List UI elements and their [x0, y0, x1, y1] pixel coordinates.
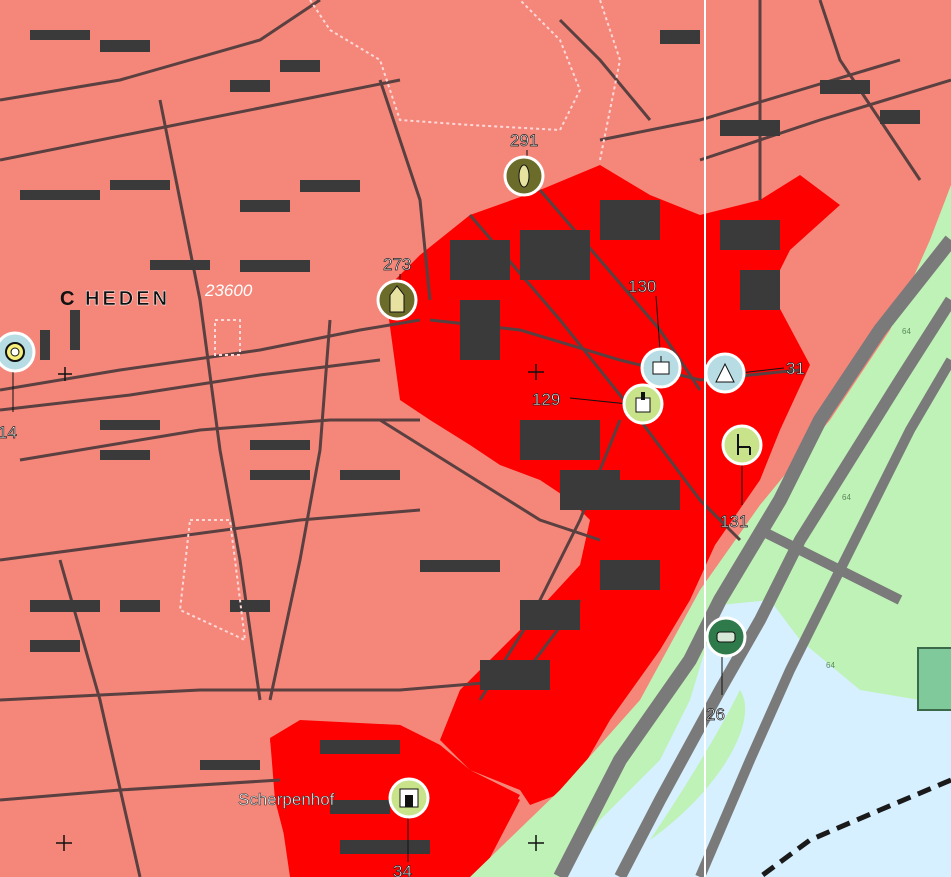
vegetation-code-2: 64 — [826, 661, 835, 670]
marker-291[interactable]: 291 — [503, 131, 545, 197]
marker-label: 26 — [706, 705, 725, 724]
marker-label: 129 — [532, 390, 560, 409]
marker-label: 291 — [510, 131, 538, 150]
bunker-icon — [716, 631, 736, 643]
vegetation-code-3: 64 — [902, 327, 911, 336]
district-label: Scherpenhof — [238, 790, 335, 809]
map-viewport[interactable]: HEDEN C 23600 Scherpenhof 64 64 64 291 2… — [0, 0, 951, 877]
marker-273[interactable]: 273 — [376, 255, 418, 321]
gate-icon — [399, 788, 419, 808]
marker-label: 14 — [0, 423, 17, 442]
place-label-partial-letter: C — [60, 288, 74, 310]
marker-label: 273 — [383, 255, 411, 274]
green-parcel — [917, 647, 951, 711]
marker-label: 31 — [786, 359, 805, 378]
marker-label: 131 — [720, 512, 748, 531]
topographic-map[interactable]: HEDEN C 23600 Scherpenhof 64 64 64 291 2… — [0, 0, 951, 877]
marker-label: 34 — [393, 862, 412, 877]
grid-code-label: 23600 — [204, 281, 253, 300]
place-label: HEDEN — [85, 288, 170, 310]
marker-label: 130 — [628, 277, 656, 296]
tower-icon — [518, 164, 530, 188]
ring-icon — [5, 342, 25, 362]
vegetation-code-1: 64 — [842, 493, 851, 502]
